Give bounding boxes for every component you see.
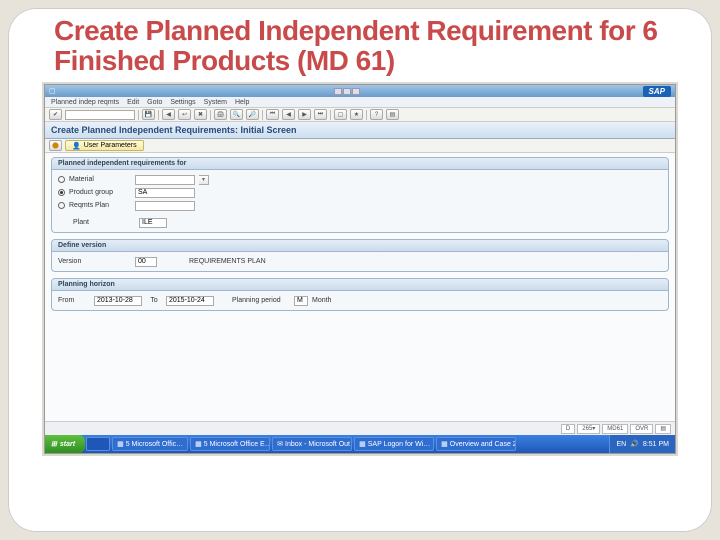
execute-icon[interactable]: ⬤ <box>49 140 62 151</box>
label-reqplan: Reqmts Plan <box>69 202 131 209</box>
system-tray[interactable]: EN 🔊 8:51 PM <box>609 435 675 453</box>
period-text: Month <box>312 297 331 304</box>
sap-task-icon: ▦ <box>359 440 366 448</box>
radio-reqplan[interactable] <box>58 202 65 209</box>
status-tcode: MD61 <box>602 424 628 434</box>
to-date-field[interactable] <box>166 296 214 306</box>
panel-version-title: Define version <box>52 240 668 252</box>
label-material: Material <box>69 176 131 183</box>
menu-bar: Planned indep reqmts Edit Goto Settings … <box>45 97 675 108</box>
clock: 8:51 PM <box>643 441 669 448</box>
sap-window: ▢ SAP Planned indep reqmts Edit Goto Set… <box>44 84 676 454</box>
sap-logo: SAP <box>643 86 671 97</box>
panel-pir-for: Planned independent requirements for Mat… <box>51 157 669 233</box>
last-page-icon[interactable]: ⏭ <box>314 109 327 120</box>
print-icon[interactable]: 🖨 <box>214 109 227 120</box>
lang-indicator[interactable]: EN <box>616 441 626 448</box>
quick-launch[interactable] <box>86 437 110 451</box>
user-params-label: User Parameters <box>84 142 137 149</box>
task-5[interactable]: ▦Overview and Case 2… <box>436 437 516 451</box>
app-toolbar: ⬤ 👤 User Parameters <box>45 139 675 153</box>
version-field[interactable] <box>135 257 157 267</box>
maximize-icon[interactable] <box>343 88 351 95</box>
status-ovr: OVR <box>630 424 653 434</box>
close-icon[interactable] <box>352 88 360 95</box>
menu-system[interactable]: System <box>204 99 227 106</box>
from-date-field[interactable] <box>94 296 142 306</box>
user-icon: 👤 <box>72 142 81 150</box>
find-icon[interactable]: 🔍 <box>230 109 243 120</box>
menu-reqmts[interactable]: Planned indep reqmts <box>51 99 119 106</box>
product-group-field[interactable] <box>135 188 195 198</box>
outlook-icon: ✉ <box>277 440 283 448</box>
excel-icon: ▦ <box>195 440 202 448</box>
radio-material[interactable] <box>58 176 65 183</box>
exit-icon[interactable]: ↩ <box>178 109 191 120</box>
command-field[interactable] <box>65 110 135 120</box>
label-plant: Plant <box>73 219 135 226</box>
task-1[interactable]: ▦5 Microsoft Offic… <box>112 437 188 451</box>
windows-taskbar: ⊞ start ▦5 Microsoft Offic… ▦5 Microsoft… <box>45 435 675 453</box>
windows-logo-icon: ⊞ <box>51 440 57 448</box>
next-page-icon[interactable]: ▶ <box>298 109 311 120</box>
word-icon: ▦ <box>117 440 124 448</box>
standard-toolbar: ✔ 💾 ◀ ↩ ✖ 🖨 🔍 🔎 ⏮ ◀ ▶ ⏭ ▢ ★ ? ▤ <box>45 108 675 122</box>
task-2[interactable]: ▦5 Microsoft Office E… <box>190 437 270 451</box>
minimize-icon[interactable] <box>334 88 342 95</box>
sap-titlebar: ▢ SAP <box>45 85 675 97</box>
period-code-field[interactable] <box>294 296 308 306</box>
panel-version: Define version Version REQUIREMENTS PLAN <box>51 239 669 272</box>
slide-title: Create Planned Independent Requirement f… <box>8 8 712 80</box>
back-icon[interactable]: ◀ <box>162 109 175 120</box>
sap-doc-icon: ▢ <box>49 87 56 95</box>
enter-icon[interactable]: ✔ <box>49 109 62 120</box>
user-parameters-button[interactable]: 👤 User Parameters <box>65 140 144 151</box>
reqplan-field[interactable] <box>135 201 195 211</box>
label-to: To <box>146 297 162 304</box>
menu-help[interactable]: Help <box>235 99 249 106</box>
tray-icon[interactable]: 🔊 <box>630 440 639 448</box>
start-button[interactable]: ⊞ start <box>45 435 85 453</box>
slide-frame: Create Planned Independent Requirement f… <box>8 8 712 532</box>
prev-page-icon[interactable]: ◀ <box>282 109 295 120</box>
find-next-icon[interactable]: 🔎 <box>246 109 259 120</box>
cancel-icon[interactable]: ✖ <box>194 109 207 120</box>
status-sid: 265 ▾ <box>577 424 600 434</box>
first-page-icon[interactable]: ⏮ <box>266 109 279 120</box>
panel-horizon: Planning horizon From To Planning period… <box>51 278 669 311</box>
ppt-icon: ▦ <box>441 440 448 448</box>
label-version: Version <box>58 258 131 265</box>
material-field[interactable] <box>135 175 195 185</box>
panel-pir-title: Planned independent requirements for <box>52 158 668 170</box>
menu-settings[interactable]: Settings <box>170 99 195 106</box>
label-from: From <box>58 297 90 304</box>
radio-product-group[interactable] <box>58 189 65 196</box>
task-4[interactable]: ▦SAP Logon for Wi… <box>354 437 434 451</box>
version-text: REQUIREMENTS PLAN <box>189 258 266 265</box>
screen-title: Create Planned Independent Requirements:… <box>45 122 675 139</box>
panel-horizon-title: Planning horizon <box>52 279 668 291</box>
layout-icon[interactable]: ▤ <box>386 109 399 120</box>
menu-goto[interactable]: Goto <box>147 99 162 106</box>
plant-field[interactable] <box>139 218 167 228</box>
menu-edit[interactable]: Edit <box>127 99 139 106</box>
status-layout-icon[interactable]: ▤ <box>655 424 671 434</box>
label-product-group: Product group <box>69 189 131 196</box>
task-3[interactable]: ✉Inbox - Microsoft Out… <box>272 437 352 451</box>
new-session-icon[interactable]: ▢ <box>334 109 347 120</box>
label-planning-period: Planning period <box>232 297 290 304</box>
save-icon[interactable]: 💾 <box>142 109 155 120</box>
screen-body: Planned independent requirements for Mat… <box>45 153 675 421</box>
shortcut-icon[interactable]: ★ <box>350 109 363 120</box>
material-search-help-icon[interactable]: ▾ <box>199 175 209 185</box>
help-icon[interactable]: ? <box>370 109 383 120</box>
start-label: start <box>60 441 75 448</box>
sap-status-bar: D 265 ▾ MD61 OVR ▤ <box>45 421 675 435</box>
status-d: D <box>561 424 575 434</box>
